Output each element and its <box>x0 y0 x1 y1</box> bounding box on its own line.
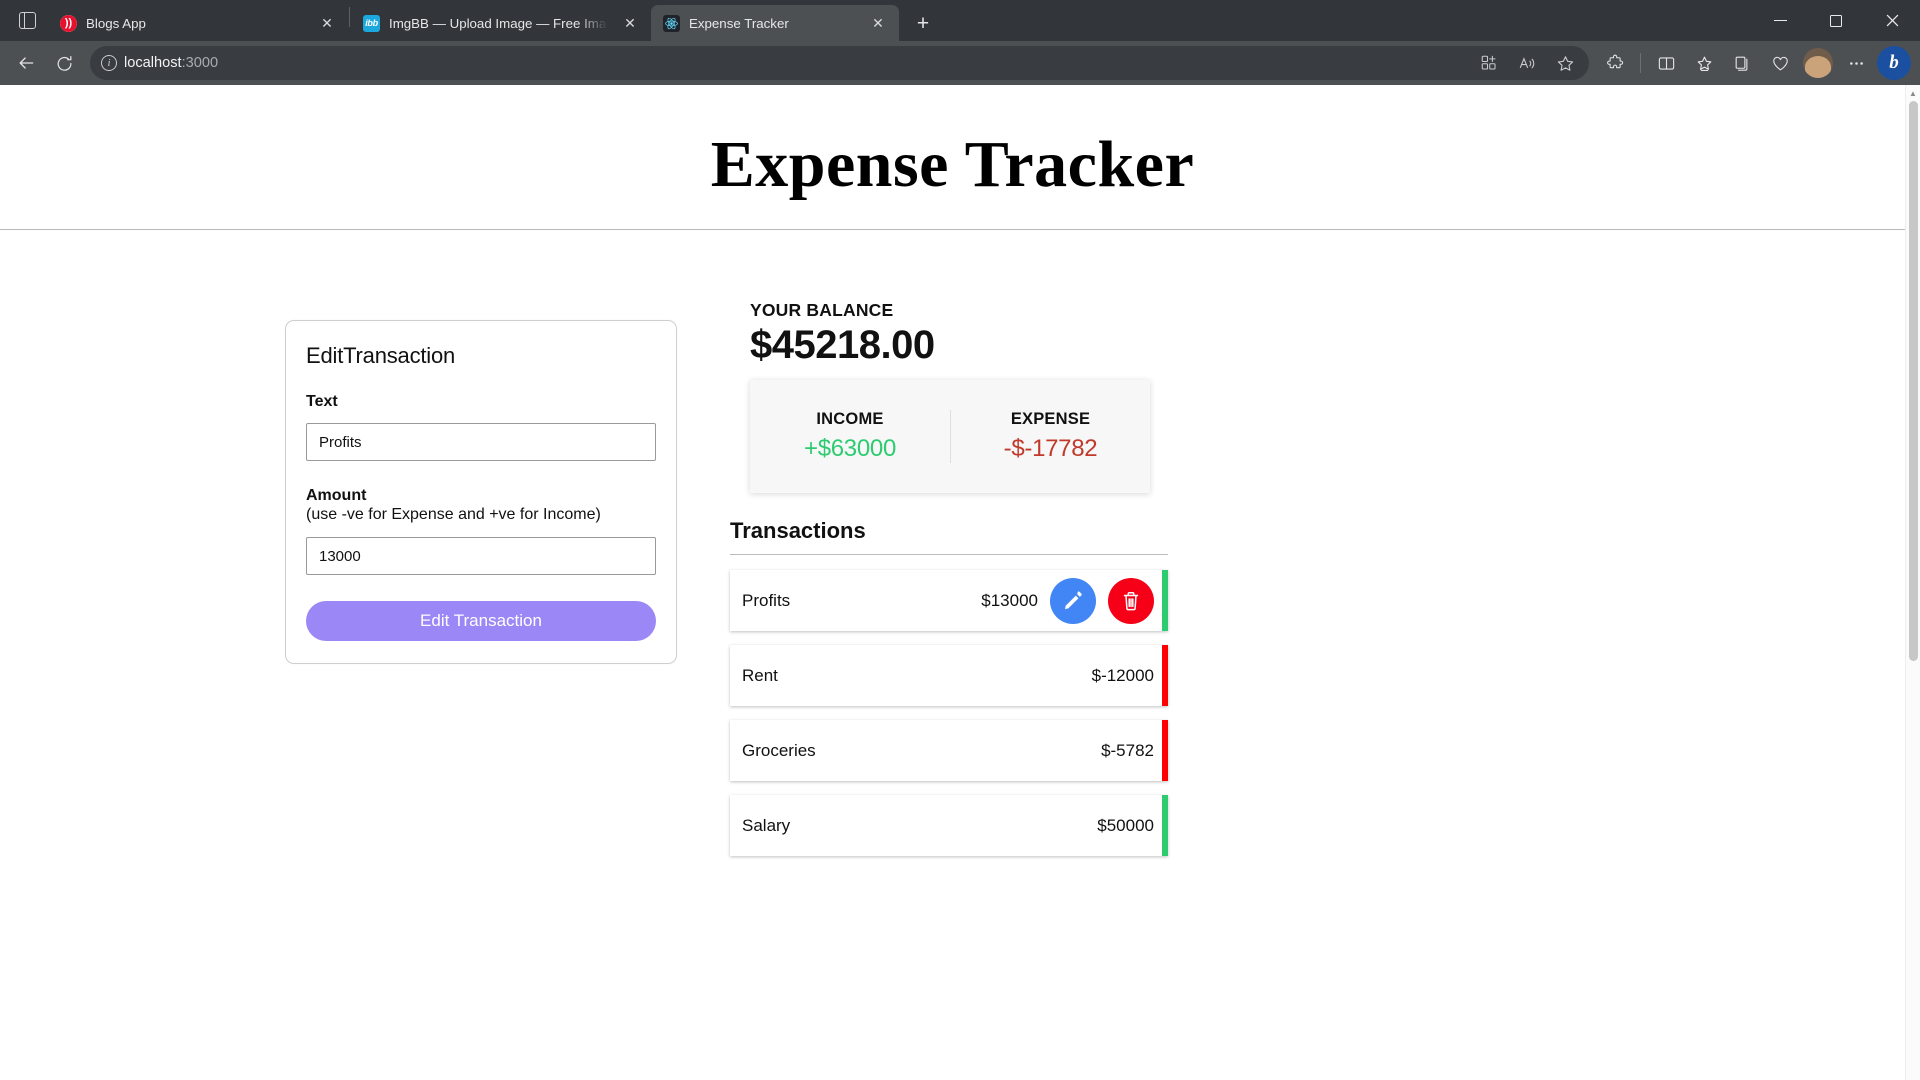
maximize-icon <box>1830 14 1842 27</box>
income-label: INCOME <box>816 410 884 428</box>
browser-toolbar: i localhost:3000 b <box>0 41 1920 85</box>
expense-column: EXPENSE -$-17782 <box>950 410 1150 463</box>
transaction-row[interactable]: Groceries $-5782 <box>730 720 1168 781</box>
transaction-amount: $-5782 <box>1101 740 1154 760</box>
favorites-icon[interactable] <box>1686 46 1722 80</box>
edit-transaction-button[interactable]: Edit Transaction <box>306 601 656 641</box>
balance-value: $45218.00 <box>750 323 935 367</box>
url-host: localhost <box>124 55 182 71</box>
edit-transaction-heading: EditTransaction <box>306 343 456 368</box>
url-port: :3000 <box>181 55 219 71</box>
transaction-row-right: $13000 <box>981 577 1154 624</box>
transaction-row[interactable]: Rent $-12000 <box>730 645 1168 706</box>
omnibox-actions <box>1471 46 1583 80</box>
settings-more-icon[interactable] <box>1838 46 1874 80</box>
amount-field-label: Amount <box>306 487 367 504</box>
app-body: YOUR BALANCE $45218.00 INCOME +$63000 EX… <box>0 230 1905 1080</box>
window-controls <box>1752 0 1920 41</box>
transaction-text: Profits <box>742 590 791 610</box>
tab-close-button[interactable]: ✕ <box>617 10 643 36</box>
scrollbar-thumb[interactable] <box>1908 101 1918 661</box>
minimize-button[interactable] <box>1752 0 1808 41</box>
collections-icon[interactable] <box>1724 46 1760 80</box>
info-icon: i <box>101 55 117 71</box>
maximize-button[interactable] <box>1808 0 1864 41</box>
favorite-star-icon[interactable] <box>1547 46 1583 80</box>
income-column: INCOME +$63000 <box>750 410 950 463</box>
rss-icon: )) <box>60 14 77 32</box>
transaction-text: Rent <box>742 665 778 685</box>
new-tab-button[interactable]: + <box>907 7 939 39</box>
split-screen-add-icon[interactable] <box>1471 46 1507 80</box>
transactions-list: Profits $13000 Rent $-12000 Groceries $-5782 S… <box>730 570 1168 870</box>
transaction-row-right: $-5782 <box>1101 741 1154 761</box>
tab-strip: )) Blogs App ✕ ibb ImgBB — Upload Image … <box>0 0 1920 41</box>
income-value: +$63000 <box>803 435 896 462</box>
tab-divider <box>349 6 350 27</box>
expense-value: -$-17782 <box>1003 435 1098 462</box>
browser-tab-imgbb[interactable]: ibb ImgBB — Upload Image — Free Image Ho… <box>351 5 651 41</box>
balance-block: YOUR BALANCE $45218.00 <box>750 300 935 368</box>
transaction-amount: $-12000 <box>1091 665 1154 685</box>
scroll-up-arrow-icon[interactable]: ▲ <box>1906 85 1920 101</box>
toolbar-right-actions: b <box>1597 46 1912 80</box>
tab-close-button[interactable]: ✕ <box>865 10 891 36</box>
avatar <box>1803 48 1833 78</box>
url-text: localhost:3000 <box>124 55 1471 71</box>
text-input[interactable] <box>306 423 656 461</box>
close-window-button[interactable] <box>1864 0 1920 41</box>
tab-close-button[interactable]: ✕ <box>314 10 340 36</box>
browser-tab-expense-tracker[interactable]: Expense Tracker ✕ <box>651 5 899 41</box>
back-arrow-icon <box>19 57 34 69</box>
transaction-amount: $50000 <box>1097 815 1154 835</box>
transaction-row-right: $50000 <box>1097 816 1154 836</box>
edit-transaction-icon-button[interactable] <box>1050 577 1096 624</box>
browser-essentials-icon[interactable] <box>1762 46 1798 80</box>
site-info-button[interactable]: i <box>94 48 124 78</box>
tab-actions-button[interactable] <box>6 0 48 41</box>
income-expense-card: INCOME +$63000 EXPENSE -$-17782 <box>750 380 1150 493</box>
page-title: Expense Tracker <box>710 128 1195 201</box>
back-button[interactable] <box>8 46 44 80</box>
transactions-heading: Transactions <box>730 518 1168 555</box>
bing-logo: b <box>1877 46 1911 80</box>
tab-overview-icon <box>18 12 36 29</box>
expense-tracker-app: Expense Tracker YOUR BALANCE $45218.00 I… <box>0 85 1905 1080</box>
minimize-icon <box>1773 19 1787 22</box>
bing-copilot-icon[interactable]: b <box>1876 46 1912 80</box>
extensions-icon[interactable] <box>1597 46 1633 80</box>
browser-tab-blogs-app[interactable]: )) Blogs App ✕ <box>48 5 348 41</box>
profile-avatar[interactable] <box>1800 46 1836 80</box>
text-field-label: Text <box>306 393 338 410</box>
close-icon <box>1886 14 1898 27</box>
amount-input[interactable] <box>306 537 656 575</box>
page-viewport: Expense Tracker YOUR BALANCE $45218.00 I… <box>0 85 1920 1080</box>
read-aloud-icon[interactable] <box>1509 46 1545 80</box>
page-scrollbar[interactable]: ▲ <box>1905 85 1920 1080</box>
transaction-row-right: $-12000 <box>1092 666 1154 686</box>
reload-button[interactable] <box>46 46 82 80</box>
toolbar-separator <box>1640 53 1641 73</box>
delete-transaction-icon-button[interactable] <box>1108 577 1154 624</box>
tab-title: Expense Tracker <box>689 15 789 31</box>
address-bar[interactable]: i localhost:3000 <box>90 46 1589 80</box>
transaction-amount: $13000 <box>981 590 1038 610</box>
reload-icon <box>57 55 71 71</box>
tab-title: ImgBB — Upload Image — Free Image Hostin… <box>389 15 608 31</box>
browser-window: )) Blogs App ✕ ibb ImgBB — Upload Image … <box>0 0 1920 1080</box>
react-icon <box>663 14 680 32</box>
transaction-row[interactable]: Profits $13000 <box>730 570 1168 631</box>
expense-label: EXPENSE <box>1010 410 1091 428</box>
transaction-text: Salary <box>742 815 791 835</box>
imgbb-icon: ibb <box>363 14 380 32</box>
transaction-row[interactable]: Salary $50000 <box>730 795 1168 856</box>
tab-title: Blogs App <box>86 15 146 31</box>
avatar-image <box>1805 56 1831 78</box>
edit-transaction-card: EditTransaction Text Amount (use -ve for… <box>285 320 677 664</box>
amount-field-hint: (use -ve for Expense and +ve for Income) <box>306 506 601 523</box>
browser-split-icon[interactable] <box>1648 46 1684 80</box>
transaction-text: Groceries <box>742 740 816 760</box>
balance-label: YOUR BALANCE <box>750 300 894 320</box>
